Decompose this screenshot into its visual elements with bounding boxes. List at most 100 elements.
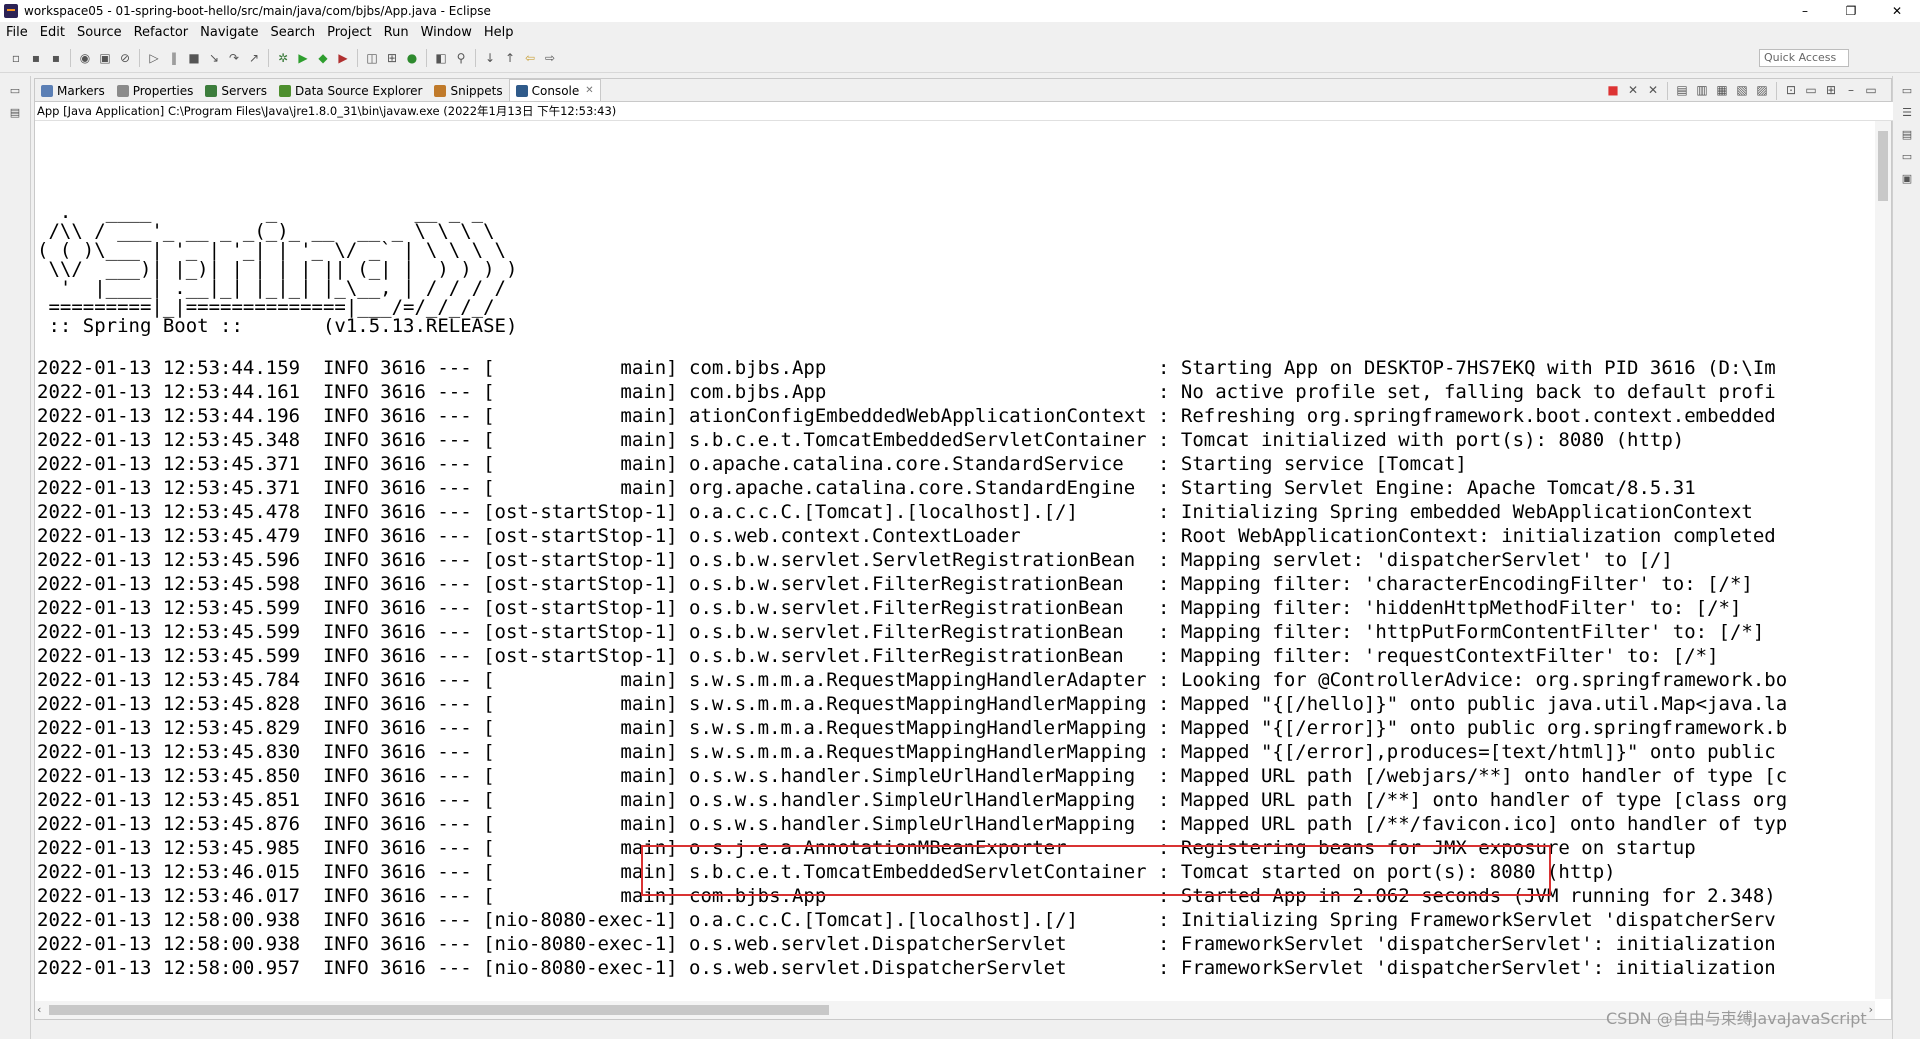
- tab-properties[interactable]: Properties: [111, 81, 200, 101]
- console-output[interactable]: . ____ _ __ _ _ /\\ / ___'_ __ _ _(_)_ _…: [37, 125, 1867, 993]
- save-icon[interactable]: ▪: [28, 50, 44, 66]
- scrollbar-thumb[interactable]: [1878, 131, 1888, 201]
- menu-navigate[interactable]: Navigate: [194, 25, 264, 40]
- scroll-right-icon[interactable]: ›: [1869, 1001, 1873, 1019]
- open-type-icon[interactable]: ◉: [77, 50, 93, 66]
- show-stdout-icon[interactable]: ▧: [1734, 82, 1750, 98]
- new-icon[interactable]: ▫: [8, 50, 24, 66]
- forward-icon[interactable]: ⇨: [542, 50, 558, 66]
- display-console-icon[interactable]: ▭: [1803, 82, 1819, 98]
- menu-edit[interactable]: Edit: [34, 25, 71, 40]
- terminate-icon[interactable]: ■: [186, 50, 202, 66]
- menu-refactor[interactable]: Refactor: [128, 25, 195, 40]
- show-stderr-icon[interactable]: ▨: [1754, 82, 1770, 98]
- menu-search[interactable]: Search: [264, 25, 321, 40]
- tab-label: Snippets: [450, 84, 503, 98]
- step-over-icon[interactable]: ↷: [226, 50, 242, 66]
- coverage-icon[interactable]: ◆: [315, 50, 331, 66]
- toolbar-separator: [70, 49, 71, 67]
- log-line: 2022-01-13 12:53:45.598 INFO 3616 --- [o…: [37, 573, 1753, 595]
- step-return-icon[interactable]: ↗: [246, 50, 262, 66]
- tab-console[interactable]: Console ✕: [508, 79, 601, 101]
- pin-console-icon[interactable]: ⊡: [1783, 82, 1799, 98]
- tab-data-source-explorer[interactable]: Data Source Explorer: [273, 81, 428, 101]
- vertical-scrollbar[interactable]: [1875, 121, 1891, 999]
- terminal-icon[interactable]: ▣: [97, 50, 113, 66]
- external-tools-icon[interactable]: ▶: [335, 50, 351, 66]
- new-class-icon[interactable]: ●: [404, 50, 420, 66]
- remove-all-launches-icon[interactable]: ✕: [1645, 82, 1661, 98]
- task-list-icon[interactable]: ▤: [1900, 128, 1914, 142]
- maximize-view-icon[interactable]: ▭: [1863, 82, 1879, 98]
- tab-servers[interactable]: Servers: [199, 81, 273, 101]
- open-console-icon[interactable]: ⊞: [1823, 82, 1839, 98]
- toolbar-separator: [139, 49, 140, 67]
- annotation-prev-icon[interactable]: ↑: [502, 50, 518, 66]
- log-line: 2022-01-13 12:53:45.599 INFO 3616 --- [o…: [37, 597, 1742, 619]
- log-line: 2022-01-13 12:53:44.196 INFO 3616 --- [ …: [37, 405, 1776, 427]
- scroll-left-icon[interactable]: ‹: [37, 1001, 41, 1019]
- open-task-icon[interactable]: ◧: [433, 50, 449, 66]
- console-icon: [515, 84, 528, 97]
- view-tab-bar: Markers Properties Servers Data Source E…: [35, 79, 1891, 102]
- skip-breakpoints-icon[interactable]: ⊘: [117, 50, 133, 66]
- back-icon[interactable]: ⇦: [522, 50, 538, 66]
- restore-view-icon[interactable]: ▭: [1900, 84, 1914, 98]
- tab-markers[interactable]: Markers: [35, 81, 111, 101]
- horizontal-scrollbar[interactable]: ‹ ›: [35, 1001, 1875, 1019]
- menu-file[interactable]: File: [0, 25, 34, 40]
- toolbar-separator: [357, 49, 358, 67]
- toolbar-separator: [268, 49, 269, 67]
- servers-icon: [205, 85, 218, 97]
- title-bar: workspace05 - 01-spring-boot-hello/src/m…: [0, 0, 1920, 22]
- resume-icon[interactable]: ▷: [146, 50, 162, 66]
- terminate-icon[interactable]: ■: [1605, 82, 1621, 98]
- perspective-icon[interactable]: ▣: [1900, 172, 1914, 186]
- save-all-icon[interactable]: ▪: [48, 50, 64, 66]
- menu-source[interactable]: Source: [71, 25, 128, 40]
- search-icon[interactable]: ⚲: [453, 50, 469, 66]
- suspend-icon[interactable]: ‖: [166, 50, 182, 66]
- minimize-button[interactable]: –: [1782, 0, 1828, 22]
- clear-console-icon[interactable]: ▤: [1674, 82, 1690, 98]
- menu-help[interactable]: Help: [478, 25, 520, 40]
- tab-label: Data Source Explorer: [295, 84, 423, 98]
- log-list: 2022-01-13 12:53:44.159 INFO 3616 --- [ …: [37, 356, 1867, 980]
- new-package-icon[interactable]: ⊞: [384, 50, 400, 66]
- tab-snippets[interactable]: Snippets: [428, 81, 508, 101]
- console-view: Markers Properties Servers Data Source E…: [34, 78, 1893, 1020]
- step-into-icon[interactable]: ↘: [206, 50, 222, 66]
- restore-view-icon[interactable]: ▭: [8, 84, 22, 98]
- main-toolbar: ▫ ▪ ▪ ◉ ▣ ⊘ ▷ ‖ ■ ↘ ↷ ↗ ✲ ▶ ◆ ▶ ◫ ⊞ ● ◧ …: [0, 44, 1920, 73]
- menu-project[interactable]: Project: [321, 25, 377, 40]
- menu-run[interactable]: Run: [378, 25, 415, 40]
- right-trim-stack: ▭ ☰ ▤ ▭ ▣: [1892, 76, 1920, 1039]
- console-toolbar: ■ ✕ ✕ ▤ ▥ ▦ ▧ ▨ ⊡ ▭ ⊞ – ▭: [1603, 82, 1881, 100]
- outline-icon[interactable]: ☰: [1900, 106, 1914, 120]
- restore-button[interactable]: ❐: [1828, 0, 1874, 22]
- debug-icon[interactable]: ✲: [275, 50, 291, 66]
- annotation-next-icon[interactable]: ↓: [482, 50, 498, 66]
- log-line: 2022-01-13 12:53:45.784 INFO 3616 --- [ …: [37, 669, 1788, 691]
- minimize-view-icon[interactable]: –: [1843, 82, 1859, 98]
- package-explorer-icon[interactable]: ▤: [8, 106, 22, 120]
- new-java-project-icon[interactable]: ◫: [364, 50, 380, 66]
- log-line: 2022-01-13 12:53:45.478 INFO 3616 --- [o…: [37, 501, 1753, 523]
- scroll-lock-icon[interactable]: ▥: [1694, 82, 1710, 98]
- log-line: 2022-01-13 12:53:44.159 INFO 3616 --- [ …: [37, 357, 1776, 379]
- run-icon[interactable]: ▶: [295, 50, 311, 66]
- word-wrap-icon[interactable]: ▦: [1714, 82, 1730, 98]
- remove-launch-icon[interactable]: ✕: [1625, 82, 1641, 98]
- log-line: 2022-01-13 12:53:45.599 INFO 3616 --- [o…: [37, 621, 1765, 643]
- log-line: 2022-01-13 12:58:00.957 INFO 3616 --- [n…: [37, 957, 1776, 979]
- close-icon[interactable]: ✕: [585, 85, 593, 96]
- log-line: 2022-01-13 12:58:00.938 INFO 3616 --- [n…: [37, 909, 1776, 931]
- restore-view-icon[interactable]: ▭: [1900, 150, 1914, 164]
- log-line: 2022-01-13 12:53:44.161 INFO 3616 --- [ …: [37, 381, 1776, 403]
- menu-window[interactable]: Window: [415, 25, 478, 40]
- close-button[interactable]: ✕: [1874, 0, 1920, 22]
- watermark: CSDN @自由与束缚JavaJavaScript: [1606, 1009, 1867, 1028]
- scrollbar-thumb[interactable]: [49, 1005, 829, 1015]
- quick-access-input[interactable]: Quick Access: [1759, 49, 1849, 67]
- window-controls: – ❐ ✕: [1782, 0, 1920, 22]
